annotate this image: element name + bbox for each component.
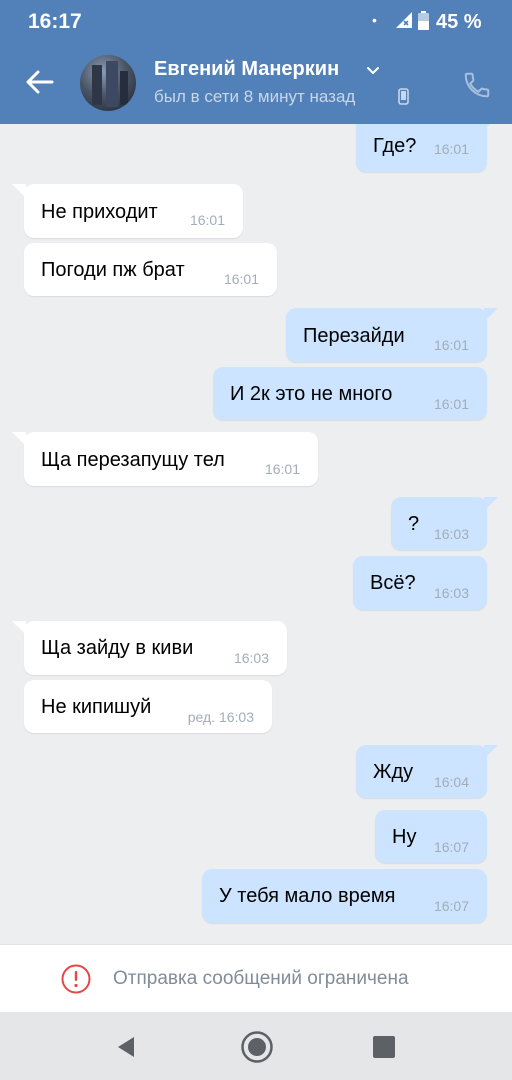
outgoing-message[interactable]: ? 16:03 bbox=[391, 497, 487, 550]
message-text: Всё? bbox=[370, 572, 416, 594]
bubble-tail bbox=[484, 308, 498, 322]
nav-home-icon[interactable] bbox=[240, 1030, 274, 1064]
chat-header: Евгений Манеркин был в сети 8 минут наза… bbox=[0, 44, 512, 124]
mobile-phone-icon bbox=[398, 88, 409, 105]
message-text: У тебя мало время bbox=[219, 885, 396, 907]
warning-circle-icon bbox=[61, 964, 91, 994]
incoming-message[interactable]: Ща перезапущу тел 16:01 bbox=[24, 432, 318, 486]
outgoing-message[interactable]: Где? 16:01 bbox=[356, 124, 487, 172]
outgoing-message[interactable]: Ну 16:07 bbox=[375, 810, 487, 863]
system-nav-bar bbox=[0, 1012, 512, 1080]
message-time: 16:01 bbox=[223, 271, 259, 287]
message-text: ? bbox=[408, 513, 420, 535]
message-text: Не приходит bbox=[41, 201, 158, 223]
avatar[interactable] bbox=[80, 55, 136, 111]
bubble-tail bbox=[484, 497, 498, 511]
outgoing-message[interactable]: Перезайди 16:01 bbox=[286, 308, 487, 362]
incoming-message[interactable]: Не приходит 16:01 bbox=[24, 184, 243, 238]
back-arrow-icon[interactable] bbox=[22, 64, 58, 100]
message-time: 16:01 bbox=[433, 396, 469, 412]
message-text: И 2к это не много bbox=[230, 383, 393, 405]
bubble-tail bbox=[484, 124, 490, 130]
message-time: 16:04 bbox=[433, 774, 469, 790]
restriction-bar: Отправка сообщений ограничена bbox=[0, 944, 512, 1013]
nav-back-icon[interactable] bbox=[114, 1034, 140, 1060]
message-time: 16:07 bbox=[433, 898, 469, 914]
message-time: 16:01 bbox=[264, 461, 300, 477]
nav-recents-icon[interactable] bbox=[372, 1035, 396, 1059]
status-time: 16:17 bbox=[28, 10, 82, 33]
message-time: 16:07 bbox=[433, 839, 469, 855]
signal-icon bbox=[396, 12, 412, 28]
outgoing-message[interactable]: Жду 16:04 bbox=[356, 745, 487, 798]
message-text: Ну bbox=[392, 826, 417, 848]
message-time: 16:03 bbox=[433, 526, 469, 542]
message-list[interactable]: Где? 16:01 Не приходит 16:01 Погоди пж б… bbox=[0, 124, 512, 944]
phone-call-icon[interactable] bbox=[462, 70, 492, 100]
message-text: Ща зайду в киви bbox=[41, 637, 194, 659]
bubble-tail bbox=[484, 745, 498, 759]
message-time: 16:03 bbox=[433, 585, 469, 601]
message-time: 16:01 bbox=[433, 337, 469, 353]
contact-name[interactable]: Евгений Манеркин bbox=[154, 58, 339, 81]
message-time: ред. 16:03 bbox=[187, 709, 254, 725]
chevron-down-icon[interactable] bbox=[366, 64, 380, 78]
message-text: Где? bbox=[373, 135, 417, 157]
message-text: Перезайди bbox=[303, 325, 405, 347]
message-time: 16:01 bbox=[433, 141, 469, 157]
restriction-text: Отправка сообщений ограничена bbox=[113, 968, 409, 989]
message-time: 16:03 bbox=[233, 650, 269, 666]
incoming-message[interactable]: Погоди пж брат 16:01 bbox=[24, 243, 277, 296]
message-text: Жду bbox=[373, 761, 414, 783]
outgoing-message[interactable]: И 2к это не много 16:01 bbox=[213, 367, 487, 420]
battery-percent: 45 % bbox=[436, 11, 482, 33]
message-time: 16:01 bbox=[189, 212, 225, 228]
message-text: Погоди пж брат bbox=[41, 259, 185, 281]
message-text: Ща перезапущу тел bbox=[41, 449, 225, 471]
contact-status: был в сети 8 минут назад bbox=[154, 87, 356, 106]
outgoing-message[interactable]: У тебя мало время 16:07 bbox=[202, 869, 487, 923]
incoming-message[interactable]: Ща зайду в киви 16:03 bbox=[24, 621, 287, 675]
notification-dot: • bbox=[372, 12, 377, 28]
message-text: Не кипишуй bbox=[41, 696, 152, 718]
status-bar: 16:17 • 45 % bbox=[0, 0, 512, 44]
outgoing-message[interactable]: Всё? 16:03 bbox=[353, 556, 487, 610]
battery-icon bbox=[418, 11, 429, 30]
incoming-message[interactable]: Не кипишуй ред. 16:03 bbox=[24, 680, 272, 733]
